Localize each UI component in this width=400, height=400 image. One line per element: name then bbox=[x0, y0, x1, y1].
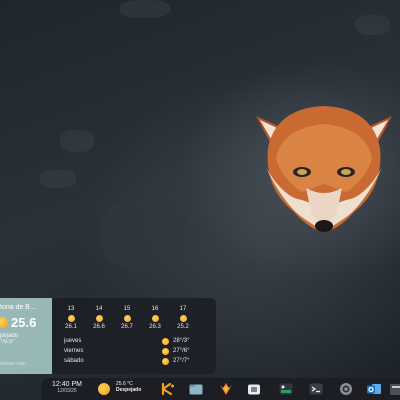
taskbar: 12:40 PM 12/03/25 25.6 °C Despejado bbox=[42, 378, 400, 400]
clock-date: 12/03/25 bbox=[57, 388, 77, 394]
hourly-forecast-item: 16 26.3 bbox=[142, 306, 168, 330]
hour-temp: 26.7 bbox=[121, 324, 133, 330]
files-icon[interactable] bbox=[388, 381, 400, 397]
terminal-icon[interactable] bbox=[308, 381, 324, 397]
day-temps: 27°/6° bbox=[173, 348, 190, 354]
hour-label: 17 bbox=[179, 306, 187, 312]
hourly-forecast-item: 17 25.2 bbox=[170, 306, 196, 330]
wallpaper-rock bbox=[60, 130, 94, 152]
taskbar-weather[interactable]: 25.6 °C Despejado bbox=[116, 381, 141, 393]
hour-temp: 26.6 bbox=[93, 324, 105, 330]
sun-icon[interactable] bbox=[98, 383, 110, 395]
hour-temp: 26.3 bbox=[149, 324, 161, 330]
wallpaper-rock bbox=[355, 15, 390, 35]
hourly-forecast-item: 13 26.1 bbox=[58, 306, 84, 330]
weather-forecast-panel: 13 26.1 14 26.6 15 26.7 16 26.3 17 25.2 … bbox=[52, 298, 216, 374]
hour-label: 16 bbox=[151, 306, 159, 312]
file-manager-icon[interactable] bbox=[188, 381, 204, 397]
kde-icon[interactable] bbox=[160, 381, 176, 397]
system-monitor-icon[interactable] bbox=[278, 381, 294, 397]
hour-temp: 25.2 bbox=[177, 324, 189, 330]
hour-label: 14 bbox=[95, 306, 103, 312]
sun-icon bbox=[67, 315, 75, 322]
weather-location: toria de B... bbox=[0, 304, 36, 311]
store-icon[interactable] bbox=[246, 381, 262, 397]
day-temps: 27°/7° bbox=[173, 358, 190, 364]
weather-widget[interactable]: toria de B... 25.6 pejado °/5.5° vmoan.c… bbox=[0, 298, 216, 374]
weather-minmax: °/5.5° bbox=[0, 339, 15, 345]
outlook-icon[interactable] bbox=[366, 381, 382, 397]
day-name: viernes bbox=[64, 348, 84, 354]
weather-now-row: 25.6 bbox=[0, 315, 36, 330]
wallpaper-rock bbox=[40, 170, 76, 188]
desktop: toria de B... 25.6 pejado °/5.5° vmoan.c… bbox=[0, 0, 400, 400]
clock-time: 12:40 PM bbox=[52, 381, 82, 388]
wallpaper-rock bbox=[100, 200, 190, 270]
day-name: jueves bbox=[64, 338, 82, 344]
daily-forecast-item: viernes 27°/6° bbox=[64, 346, 214, 356]
daily-forecast-item: jueves 28°/3° bbox=[64, 336, 214, 346]
fox-wallpaper-image bbox=[256, 106, 392, 232]
weather-source-link[interactable]: vmoan.com bbox=[0, 361, 26, 367]
hour-temp: 26.1 bbox=[65, 324, 77, 330]
taskbar-weather-condition: Despejado bbox=[116, 387, 142, 393]
weather-current-panel[interactable]: toria de B... 25.6 pejado °/5.5° vmoan.c… bbox=[0, 298, 52, 374]
firefox-icon[interactable] bbox=[218, 381, 234, 397]
hourly-forecast-item: 15 26.7 bbox=[114, 306, 140, 330]
hourly-forecast-item: 14 26.6 bbox=[86, 306, 112, 330]
hour-label: 13 bbox=[67, 306, 75, 312]
sun-icon bbox=[151, 315, 159, 322]
wallpaper-rock bbox=[120, 0, 170, 18]
sun-icon bbox=[162, 337, 169, 345]
sun-icon bbox=[123, 315, 131, 322]
day-name: sábado bbox=[64, 358, 84, 364]
hour-label: 15 bbox=[123, 306, 131, 312]
sun-icon bbox=[0, 317, 8, 328]
sun-icon bbox=[179, 315, 187, 322]
clock[interactable]: 12:40 PM 12/03/25 bbox=[52, 381, 82, 394]
sun-icon bbox=[95, 315, 103, 322]
settings-icon[interactable] bbox=[338, 381, 354, 397]
sun-icon bbox=[162, 347, 169, 355]
weather-current-temp: 25.6 bbox=[11, 315, 37, 330]
day-temps: 28°/3° bbox=[173, 338, 190, 344]
sun-icon bbox=[162, 357, 169, 365]
daily-forecast-item: sábado 27°/7° bbox=[64, 356, 214, 366]
